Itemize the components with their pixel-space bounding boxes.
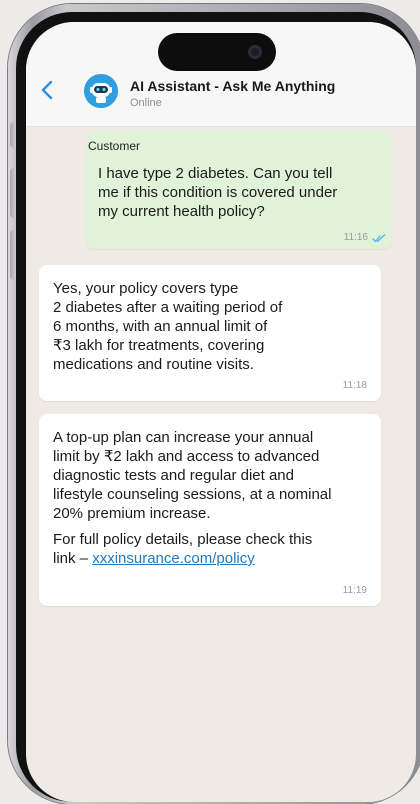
- chat-status: Online: [130, 97, 162, 109]
- message-time: 11:16: [343, 232, 368, 243]
- message-sender: Customer: [88, 139, 141, 153]
- message-line: me if this condition is covered under: [98, 184, 338, 201]
- incoming-message[interactable]: Yes, your policy covers type 2 diabetes …: [39, 265, 381, 401]
- chevron-left-icon[interactable]: [36, 78, 60, 102]
- message-line: diagnostic tests and regular diet and: [53, 467, 294, 484]
- chat-area[interactable]: Customer I have type 2 diabetes. Can you…: [26, 126, 416, 802]
- message-text: I have type 2 diabetes. Can you tell me …: [98, 164, 337, 221]
- chat-title: AI Assistant - Ask Me Anything: [130, 78, 336, 94]
- message-line: my current health policy?: [98, 203, 265, 220]
- message-text: A top-up plan can increase your annual l…: [53, 428, 331, 568]
- front-camera: [248, 45, 262, 59]
- message-line: medications and routine visits.: [53, 356, 254, 373]
- message-line: limit by ₹2 lakh and access to advanced: [53, 448, 320, 465]
- message-line: 2 diabetes after a waiting period of: [53, 299, 283, 316]
- message-line: I have type 2 diabetes. Can you tell: [98, 165, 333, 182]
- outgoing-message[interactable]: Customer I have type 2 diabetes. Can you…: [86, 131, 392, 249]
- message-line: lifestyle counseling sessions, at a nomi…: [53, 486, 332, 503]
- message-line: Yes, your policy covers type: [53, 280, 239, 297]
- phone-screen: AI Assistant - Ask Me Anything Online Cu…: [26, 22, 416, 802]
- message-line: 20% premium increase.: [53, 505, 211, 522]
- message-text: Yes, your policy covers type 2 diabetes …: [53, 279, 282, 374]
- message-line: A top-up plan can increase your annual: [53, 429, 314, 446]
- avatar[interactable]: [84, 74, 118, 108]
- message-line: link – xxxinsurance.com/policy: [53, 549, 331, 568]
- message-line: For full policy details, please check th…: [53, 531, 313, 548]
- message-line: 6 months, with an annual limit of: [53, 318, 268, 335]
- link-prefix: link –: [53, 550, 93, 567]
- message-time: 11:18: [342, 380, 367, 391]
- policy-link[interactable]: xxxinsurance.com/policy: [92, 550, 255, 567]
- incoming-message[interactable]: A top-up plan can increase your annual l…: [39, 414, 381, 606]
- message-line: ₹3 lakh for treatments, covering: [53, 337, 265, 354]
- double-check-icon: [372, 234, 386, 243]
- dynamic-island: [158, 33, 276, 71]
- message-time: 11:19: [342, 585, 367, 596]
- robot-icon: [84, 74, 118, 108]
